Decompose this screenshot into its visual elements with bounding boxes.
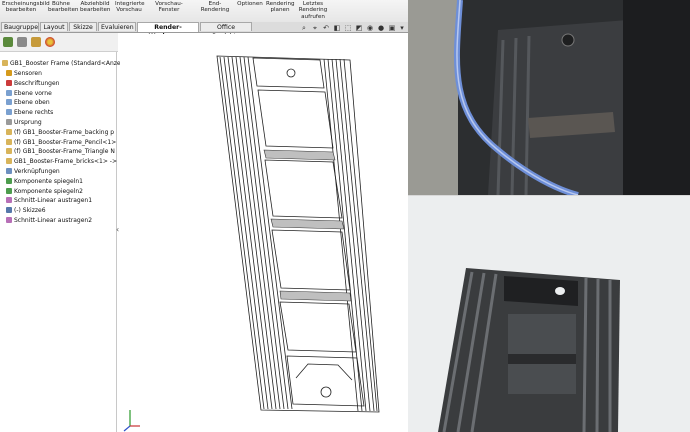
photo-rendered-frame: [408, 196, 690, 432]
tree-item[interactable]: Komponente spiegeln2: [6, 187, 83, 196]
display-style-icon[interactable]: ◩: [355, 24, 363, 32]
tab-baugruppe[interactable]: Baugruppe: [1, 22, 39, 31]
tree-item[interactable]: Schnitt-Linear austragen2: [6, 216, 92, 225]
part-icon: [6, 128, 12, 135]
tree-item-label: Sensoren: [14, 70, 42, 77]
tree-item[interactable]: Komponente spiegeln1: [6, 177, 83, 186]
schedule-render-button[interactable]: Rendering planen: [266, 1, 295, 14]
display-manager-icon[interactable]: [45, 37, 55, 47]
tree-item-label: Ebene oben: [14, 99, 50, 107]
photo-installed-frame: [408, 0, 690, 195]
apply-scene-icon[interactable]: ▣: [388, 24, 396, 32]
integrated-preview-button[interactable]: Integrierte Vorschau: [115, 1, 145, 14]
tree-item[interactable]: (-) Skizze6: [6, 206, 46, 215]
tree-item[interactable]: (f) GB1_Booster-Frame_backing p: [6, 128, 114, 137]
edit-appearance-icon[interactable]: ●: [377, 24, 385, 32]
tab-render-werkzeuge[interactable]: Render-Werkzeuge: [137, 22, 199, 40]
tree-item-label: (-) Skizze6: [14, 207, 46, 215]
plane-icon: [6, 109, 12, 116]
recall-last-render-button[interactable]: Letztes Rendering aufrufen: [296, 1, 330, 20]
tree-item-label: Komponente spiegeln2: [14, 187, 83, 195]
origin-icon: [6, 119, 12, 125]
view-orientation-icon[interactable]: ⬚: [344, 24, 352, 32]
annotation-icon: [6, 79, 12, 86]
tree-item[interactable]: Schnitt-Linear austragen1: [6, 196, 92, 205]
feature-tree-icon[interactable]: [3, 37, 13, 47]
previous-view-icon[interactable]: ↶: [322, 24, 330, 32]
edit-appearance-button[interactable]: Erscheinungsbild bearbeiten: [2, 1, 50, 14]
part-icon: [6, 158, 12, 165]
tree-item[interactable]: Beschriftungen: [6, 79, 59, 88]
mates-icon: [6, 168, 12, 174]
tree-item-label: (f) GB1_Booster-Frame_backing p: [14, 128, 115, 136]
final-render-button[interactable]: End-Rendering: [196, 1, 234, 14]
hide-show-items-icon[interactable]: ◉: [366, 24, 374, 32]
zoom-to-fit-icon[interactable]: ⌕: [300, 24, 308, 32]
tree-item[interactable]: Ebene vorne: [6, 89, 52, 98]
tree-item[interactable]: GB1_Booster-Frame_bricks<1> ->: [6, 157, 117, 166]
brick-pattern-rungs: [263, 149, 352, 302]
tab-skizze[interactable]: Skizze: [69, 22, 97, 31]
tab-layout[interactable]: Layout: [40, 22, 68, 31]
options-button[interactable]: Optionen: [237, 1, 263, 7]
tree-item-label: (f) GB1_Booster-Frame_Triangle N: [14, 148, 115, 156]
feature-manager-toolbar: [0, 33, 118, 52]
tree-item[interactable]: Ebene rechts: [6, 108, 53, 117]
assembly-icon: [2, 60, 8, 66]
tree-item-label: Komponente spiegeln1: [14, 177, 83, 185]
tree-item[interactable]: Verknüpfungen: [6, 167, 60, 176]
graphics-area[interactable]: [120, 34, 408, 432]
coordinate-triad-icon: [123, 410, 140, 432]
tree-item-label: Beschriftungen: [14, 79, 60, 87]
mirror-icon: [6, 187, 12, 194]
mirror-icon: [6, 177, 12, 184]
cad-window: Erscheinungsbild bearbeiten Bühne bearbe…: [0, 0, 408, 432]
tree-item[interactable]: (f) GB1_Booster-Frame_Pencil<1>: [6, 138, 116, 147]
part-icon: [6, 148, 12, 155]
tree-root[interactable]: GB1_Booster Frame (Standard<Anze: [2, 59, 121, 68]
cut-icon: [6, 197, 12, 204]
tree-item-label: (f) GB1_Booster-Frame_Pencil<1>: [14, 138, 117, 146]
view-settings-icon[interactable]: ▾: [398, 24, 406, 32]
tree-item-label: Ebene vorne: [14, 89, 52, 97]
zoom-area-icon[interactable]: ⌖: [311, 24, 319, 32]
plane-icon: [6, 89, 12, 96]
tree-item[interactable]: Ebene oben: [6, 98, 50, 107]
feature-manager-tree: GB1_Booster Frame (Standard<Anze Sensore…: [0, 52, 121, 432]
tree-item-label: Ebene rechts: [14, 109, 54, 117]
tree-item[interactable]: Ursprung: [6, 118, 42, 127]
tree-item[interactable]: Sensoren: [6, 69, 42, 78]
cut-icon: [6, 217, 12, 223]
tree-item-label: Verknüpfungen: [14, 168, 60, 175]
preview-window-button[interactable]: Vorschau-Fenster: [146, 1, 192, 14]
tree-item-label: Ursprung: [14, 119, 42, 126]
property-manager-icon[interactable]: [17, 37, 27, 47]
tab-office-produkte[interactable]: Office Produkte: [200, 22, 252, 40]
edit-decal-button[interactable]: Abziehbild bearbeiten: [80, 1, 110, 14]
tree-item[interactable]: (f) GB1_Booster-Frame_Triangle N: [6, 147, 115, 156]
frame-model-wireframe: [216, 55, 380, 413]
plane-icon: [6, 99, 12, 106]
tree-root-label: GB1_Booster Frame (Standard<Anze: [10, 60, 121, 67]
edit-scene-button[interactable]: Bühne bearbeiten: [48, 1, 78, 14]
part-icon: [6, 138, 12, 145]
sensor-icon: [6, 70, 12, 76]
tab-evaluieren[interactable]: Evaluieren: [98, 22, 136, 31]
sketch-icon: [6, 207, 12, 214]
section-view-icon[interactable]: ◧: [333, 24, 341, 32]
render-tools-ribbon: Erscheinungsbild bearbeiten Bühne bearbe…: [0, 0, 408, 23]
tree-item-label: GB1_Booster-Frame_bricks<1> ->: [14, 158, 117, 166]
tree-item-label: Schnitt-Linear austragen2: [14, 217, 93, 224]
configuration-manager-icon[interactable]: [31, 37, 41, 47]
tree-item-label: Schnitt-Linear austragen1: [14, 197, 93, 205]
